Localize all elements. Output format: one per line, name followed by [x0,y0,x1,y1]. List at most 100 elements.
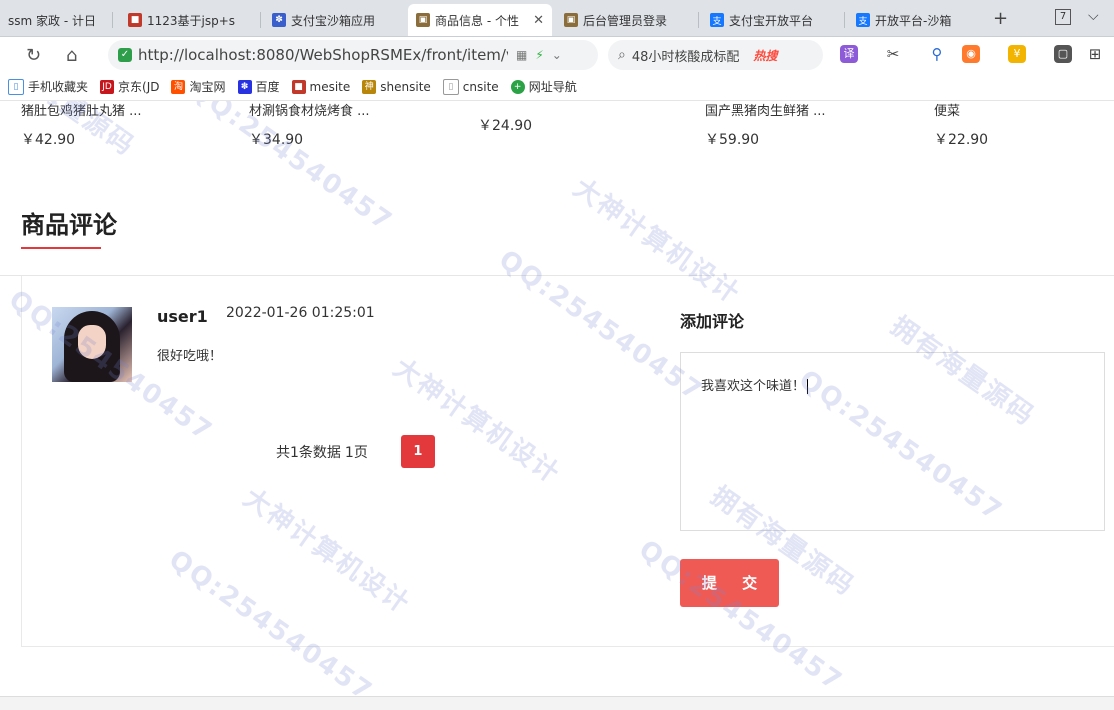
magnifier-icon[interactable]: ⚲ [928,45,946,63]
jd-icon: JD [100,79,115,94]
search-text[interactable]: 48小时核酸成标配 [632,46,740,65]
page-content: 猪肚包鸡猪肚丸猪 ... ￥42.90 材涮锅食材烧烤食 ... ￥34.90 … [0,101,1114,696]
secure-shield-icon: ✓ [118,48,132,62]
add-review-title: 添加评论 [680,312,745,331]
bookmark-item[interactable]: + 网址导航 [510,78,577,95]
product-card[interactable]: 材涮锅食材烧烤食 ... ￥34.90 [249,101,449,149]
site-favicon-icon: ■ [128,13,142,27]
tab-separator [698,12,699,28]
review-time: 2022-01-26 01:25:01 [226,305,375,321]
hot-search-badge[interactable]: 热搜 [753,47,777,64]
product-title[interactable]: 便菜 [934,101,1114,123]
bookmark-item[interactable]: ▯ 手机收藏夹 [8,78,88,95]
bookmark-label: cnsite [462,79,499,94]
search-icon: ⌕ [618,47,626,63]
review-textarea[interactable]: 我喜欢这个味道！ [680,352,1105,531]
address-bar[interactable]: ✓ http://localhost:8080/WebShopRSMEx/fro… [108,40,598,70]
tab-label: 开放平台-沙箱 [875,13,952,28]
tab-label: 商品信息 - 个性 [435,13,519,28]
bookmark-item[interactable]: ✽ 百度 [237,78,280,95]
browser-tab-bar: ssm 家政 - 计日 ■ 1123基于jsp+s ✽ 支付宝沙箱应用 ▣ 商品… [0,0,1114,37]
grid-menu-icon[interactable]: ⊞ [1086,45,1104,63]
browser-tab-5[interactable]: ▣ 后台管理员登录 [556,4,696,36]
browser-tab-6[interactable]: 支 支付宝开放平台 [702,4,842,36]
bookmark-item[interactable]: 淘 淘宝网 [171,78,226,95]
gamepad-icon[interactable]: ◉ [962,45,980,63]
bookmark-item[interactable]: JD 京东(JD [100,78,159,95]
extension-box-icon[interactable]: ▢ [1054,45,1072,63]
product-card[interactable]: 猪肚包鸡猪肚丸猪 ... ￥42.90 [21,101,221,149]
product-card[interactable]: 国产黑猪肉生鲜猪 ... ￥59.90 [705,101,905,149]
chevron-down-icon[interactable]: ⌄ [552,48,562,62]
coupon-icon[interactable]: ¥ [1008,45,1026,63]
qr-code-icon[interactable]: ▦ [516,48,527,62]
bookmark-label: 淘宝网 [189,80,226,94]
window-menu-icon[interactable]: ⌵ [1088,8,1099,24]
pagination-pages: 1页 [344,444,368,461]
bookmark-label: mesite [309,79,351,94]
text-caret [807,379,809,394]
browser-tab-7[interactable]: 支 开放平台-沙箱 [848,4,984,36]
review-input-text[interactable]: 我喜欢这个味道！ [701,379,805,394]
page-favicon-icon: ▣ [564,13,578,27]
browser-tab-active[interactable]: ▣ 商品信息 - 个性 ✕ [408,4,552,36]
close-tab-icon[interactable]: ✕ [529,13,544,28]
tab-count-badge[interactable]: 7 [1055,9,1071,25]
pagination-total: 共1条数据 [276,444,341,461]
product-title[interactable]: 猪肚包鸡猪肚丸猪 ... [21,101,221,123]
product-price: ￥42.90 [21,132,76,148]
alipay-icon: 支 [856,13,870,27]
product-card[interactable]: ￥24.90 [478,101,678,135]
scissors-icon[interactable]: ✂ [884,45,902,63]
review-text: 很好吃哦！ [157,349,223,364]
avatar [52,307,132,382]
product-card[interactable]: 便菜 ￥22.90 [934,101,1114,149]
url-text[interactable]: http://localhost:8080/WebShopRSMEx/front… [138,46,508,64]
tab-label: 支付宝开放平台 [729,13,814,28]
navigation-icon: + [510,79,525,94]
product-title[interactable] [478,101,678,109]
lightning-icon[interactable]: ⚡ [535,48,543,62]
product-title[interactable]: 国产黑猪肉生鲜猪 ... [705,101,905,123]
status-bar [0,696,1114,710]
bookmarks-bar: ▯ 手机收藏夹 JD 京东(JD 淘 淘宝网 ✽ 百度 ■ mesite 神 s… [0,73,1114,101]
baidu-paw-icon: ✽ [237,79,252,94]
page-button-current[interactable]: 1 [400,435,435,468]
reload-icon[interactable]: ↻ [26,45,41,66]
tab-label: 1123基于jsp+s [147,13,236,28]
pagination: 共1条数据 1页 1 [276,435,435,468]
product-price: ￥22.90 [934,132,989,148]
tab-label: 支付宝沙箱应用 [291,13,376,28]
browser-tab-2[interactable]: ■ 1123基于jsp+s [120,4,256,36]
product-title[interactable]: 材涮锅食材烧烤食 ... [249,101,449,123]
alipay-icon: 支 [710,13,724,27]
submit-button[interactable]: 提 交 [680,559,779,607]
tab-label: ssm 家政 - 计日 [8,13,96,28]
bookmark-item[interactable]: 神 shensite [362,79,431,94]
tab-separator [260,12,261,28]
site-favicon-icon: ■ [291,79,306,94]
product-price: ￥34.90 [249,132,304,148]
taobao-icon: 淘 [171,79,186,94]
tab-label: 后台管理员登录 [583,13,668,28]
tab-separator [844,12,845,28]
bookmark-label: shensite [380,79,431,94]
new-tab-icon[interactable]: + [993,8,1008,29]
baidu-paw-icon: ✽ [272,13,286,27]
page-icon: ▯ [442,78,459,95]
title-underline [21,247,101,249]
search-bar[interactable]: ⌕ 48小时核酸成标配 热搜 [608,40,823,70]
translate-icon[interactable]: 译 [840,45,858,63]
browser-tab-1[interactable]: ssm 家政 - 计日 [0,4,108,36]
bookmark-label: 手机收藏夹 [28,80,89,94]
home-icon[interactable]: ⌂ [66,45,77,66]
browser-tab-3[interactable]: ✽ 支付宝沙箱应用 [264,4,404,36]
page-favicon-icon: ▣ [416,13,430,27]
avatar-face [78,325,106,359]
bookmark-item[interactable]: ▯ cnsite [442,78,499,95]
tab-separator [112,12,113,28]
bookmark-item[interactable]: ■ mesite [291,79,351,94]
product-price: ￥59.90 [705,132,760,148]
bookmark-label: 京东(JD [118,80,160,94]
section-title: 商品评论 [21,211,117,239]
